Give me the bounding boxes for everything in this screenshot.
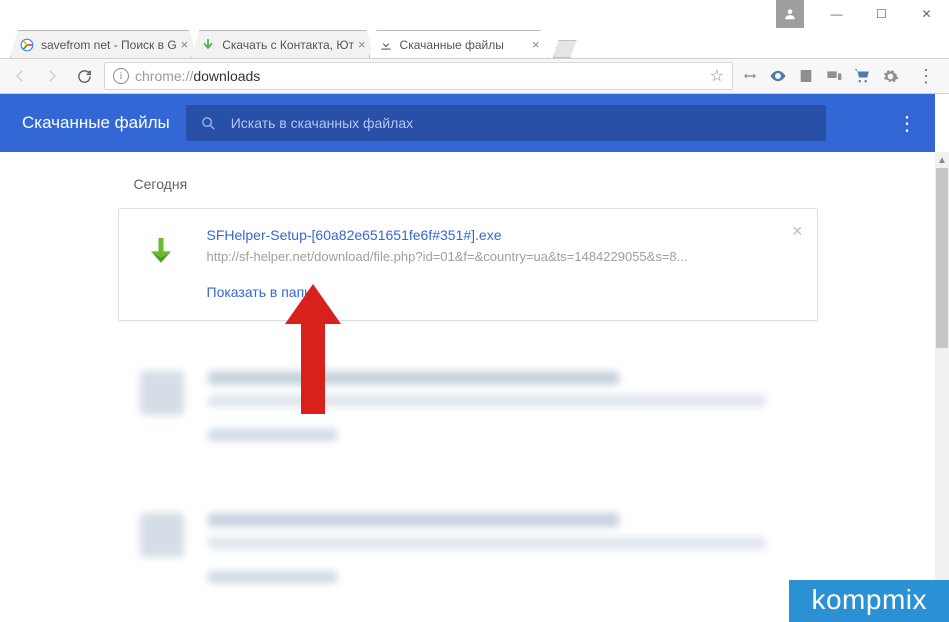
forward-button[interactable] (40, 64, 64, 88)
download-filename-link[interactable]: SFHelper-Setup-[60a82e651651fe6f#351#].e… (207, 227, 797, 243)
pdf-icon[interactable] (797, 67, 815, 85)
window-minimize-button[interactable]: — (814, 0, 859, 28)
show-in-folder-link[interactable]: Показать в папке (207, 284, 797, 300)
search-placeholder: Искать в скачанных файлах (231, 115, 413, 131)
tab-close-icon[interactable]: × (181, 37, 189, 52)
extension-icons (741, 67, 903, 85)
sync-icon[interactable] (741, 67, 759, 85)
tab-title: savefrom net - Поиск в G (41, 38, 177, 52)
address-bar[interactable]: i chrome://downloads ☆ (104, 62, 733, 90)
download-item-blurred (118, 491, 818, 605)
scroll-up-icon[interactable]: ▲ (935, 152, 949, 168)
window-titlebar: — ☐ ✕ (0, 0, 949, 28)
window-close-button[interactable]: ✕ (904, 0, 949, 28)
downloads-menu-button[interactable]: ⋮ (897, 111, 917, 136)
tab-strip: savefrom net - Поиск в G × Скачать с Кон… (0, 28, 949, 58)
new-tab-button[interactable] (553, 40, 577, 58)
search-icon (200, 115, 217, 132)
page-title: Скачанные файлы (22, 113, 170, 133)
green-arrow-favicon-icon (200, 37, 216, 53)
chrome-menu-button[interactable]: ⋮ (911, 66, 941, 87)
tab-close-icon[interactable]: × (358, 37, 366, 52)
site-info-icon[interactable]: i (113, 68, 129, 84)
tab-title: Скачанные файлы (400, 38, 528, 52)
url-scheme: chrome:// (135, 68, 193, 84)
devices-icon[interactable] (825, 67, 843, 85)
url-path: downloads (193, 68, 260, 84)
eye-icon[interactable] (769, 67, 787, 85)
section-today-label: Сегодня (134, 176, 818, 192)
download-favicon-icon (378, 37, 394, 53)
downloads-search-input[interactable]: Искать в скачанных файлах (186, 105, 826, 141)
watermark: kompmix (789, 580, 949, 622)
reload-button[interactable] (72, 64, 96, 88)
window-maximize-button[interactable]: ☐ (859, 0, 904, 28)
toolbar: i chrome://downloads ☆ ⋮ (0, 58, 949, 94)
google-favicon-icon (19, 37, 35, 53)
download-item: × SFHelper-Setup-[60a82e651651fe6f#351#]… (118, 208, 818, 321)
remove-download-button[interactable]: × (792, 221, 803, 242)
tab-close-icon[interactable]: × (532, 37, 540, 52)
bookmark-star-icon[interactable]: ☆ (710, 66, 724, 86)
download-source-url: http://sf-helper.net/download/file.php?i… (207, 249, 797, 264)
gear-icon[interactable] (881, 67, 899, 85)
tab-savefrom-search[interactable]: savefrom net - Поиск в G × (10, 30, 197, 58)
tab-title: Скачать с Контакта, Ют (222, 38, 354, 52)
download-item-blurred (118, 349, 818, 463)
downloads-header: Скачанные файлы Искать в скачанных файла… (0, 94, 935, 152)
tab-savefrom-site[interactable]: Скачать с Контакта, Ют × (191, 30, 374, 58)
scrollbar[interactable]: ▲ (935, 152, 949, 622)
downloads-list: Сегодня × SFHelper-Setup-[60a82e651651fe… (0, 152, 935, 622)
cart-icon[interactable] (853, 67, 871, 85)
tab-downloads[interactable]: Скачанные файлы × (369, 30, 549, 58)
back-button[interactable] (8, 64, 32, 88)
file-icon (139, 231, 183, 275)
user-avatar-button[interactable] (776, 0, 804, 28)
scroll-thumb[interactable] (936, 168, 948, 348)
